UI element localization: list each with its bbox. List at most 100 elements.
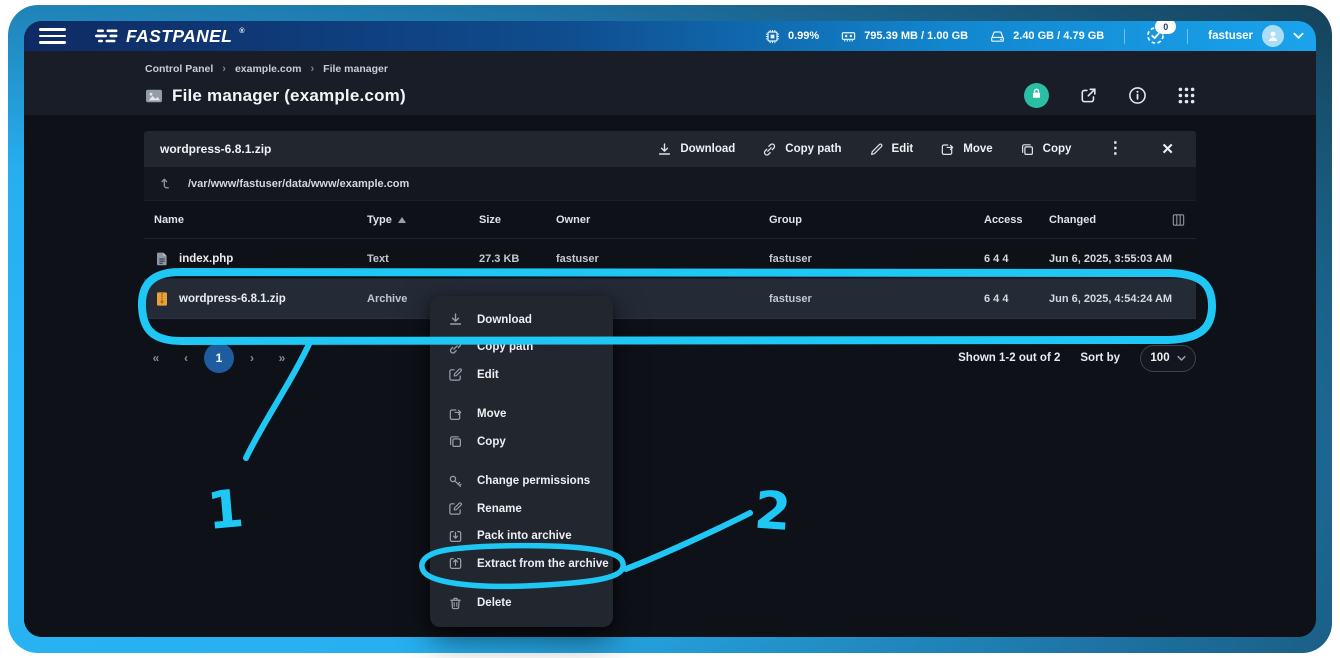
menu-item-download[interactable]: Download <box>430 306 613 334</box>
download-button[interactable]: Download <box>657 142 735 157</box>
lock-icon <box>1030 87 1043 105</box>
edit-icon <box>869 142 884 157</box>
disk-icon <box>990 29 1005 44</box>
copy-icon <box>448 434 463 449</box>
page-first-button[interactable]: « <box>144 351 168 365</box>
close-selection-icon[interactable]: ✕ <box>1155 141 1180 158</box>
table-body: index.phpText27.3 KBfastuserfastuser6 4 … <box>144 239 1196 319</box>
menu-item-copy-path[interactable]: Copy path <box>430 334 613 362</box>
edit-square-icon <box>448 501 463 516</box>
menu-item-edit[interactable]: Edit <box>430 361 613 389</box>
menu-item-label: Edit <box>477 369 499 381</box>
copy-path-button[interactable]: Copy path <box>762 142 841 157</box>
breadcrumb-item-domain[interactable]: example.com <box>235 63 302 75</box>
divider <box>1124 29 1125 44</box>
column-header-changed[interactable]: Changed <box>1049 214 1186 226</box>
topbar: FASTPANEL ® 0.99%795.39 MB / 1.00 GB2.40… <box>24 21 1316 51</box>
breadcrumb: Control Panel › example.com › File manag… <box>145 63 1196 75</box>
page-next-button[interactable]: › <box>240 351 264 365</box>
selection-toolbar: wordpress-6.8.1.zip DownloadCopy pathEdi… <box>144 131 1196 167</box>
menu-group: Download Copy path Edit <box>430 306 613 389</box>
pack-archive-icon <box>448 529 463 544</box>
delete-icon <box>448 596 463 611</box>
page-current-button[interactable]: 1 <box>204 343 234 373</box>
stat-value: 2.40 GB / 4.79 GB <box>1013 30 1104 42</box>
column-header-name[interactable]: Name <box>154 214 367 226</box>
user-menu[interactable]: fastuser <box>1208 25 1304 47</box>
avatar <box>1262 25 1284 47</box>
menu-item-copy[interactable]: Copy <box>430 428 613 456</box>
external-link-icon[interactable] <box>1079 86 1098 105</box>
menu-item-change-permissions[interactable]: Change permissions <box>430 468 613 496</box>
info-icon[interactable] <box>1128 86 1147 105</box>
main-content: wordpress-6.8.1.zip DownloadCopy pathEdi… <box>24 115 1316 637</box>
column-header-group[interactable]: Group <box>769 214 984 226</box>
username: fastuser <box>1208 30 1253 42</box>
page-title: File manager (example.com) <box>172 86 406 106</box>
menu-item-label: Pack into archive <box>477 530 572 542</box>
menu-group: Change permissionsRename Pack into archiv… <box>430 468 613 578</box>
file-group-cell: fastuser <box>769 293 984 305</box>
menu-item-delete[interactable]: Delete <box>430 590 613 618</box>
copy-path-icon <box>762 142 777 157</box>
button-label: Edit <box>892 143 914 155</box>
logo-equalizer-icon <box>95 28 119 44</box>
subheader: Control Panel › example.com › File manag… <box>24 51 1316 115</box>
topbar-right: 0.99%795.39 MB / 1.00 GB2.40 GB / 4.79 G… <box>765 25 1316 47</box>
menu-item-pack-into-archive[interactable]: Pack into archive <box>430 523 613 551</box>
file-access-cell: 6 4 4 <box>984 253 1049 265</box>
page-last-button[interactable]: » <box>270 351 294 365</box>
table-row-index.php[interactable]: index.phpText27.3 KBfastuserfastuser6 4 … <box>144 239 1196 279</box>
table-columns-icon[interactable] <box>1171 212 1186 227</box>
menu-item-label: Delete <box>477 597 512 609</box>
window-frame: FASTPANEL ® 0.99%795.39 MB / 1.00 GB2.40… <box>8 5 1332 653</box>
breadcrumb-item-file-manager[interactable]: File manager <box>323 63 388 75</box>
current-path[interactable]: /var/www/fastuser/data/www/example.com <box>188 178 409 190</box>
page-size-select[interactable]: 100 <box>1140 345 1196 372</box>
lock-status-badge[interactable] <box>1024 83 1049 108</box>
move-button[interactable]: Move <box>940 142 992 157</box>
table-header: Name Type Size Owner Group Access Change… <box>144 201 1196 239</box>
tasks-badge: 0 <box>1155 21 1176 34</box>
column-header-size[interactable]: Size <box>479 214 556 226</box>
pagination: « ‹ 1 › » <box>144 343 294 373</box>
breadcrumb-separator: › <box>310 63 314 75</box>
page-prev-button[interactable]: ‹ <box>174 351 198 365</box>
tasks-notification-button[interactable]: 0 <box>1145 25 1167 47</box>
copy-button[interactable]: Copy <box>1020 142 1072 157</box>
stat-disk: 2.40 GB / 4.79 GB <box>990 29 1104 44</box>
breadcrumb-separator: › <box>222 63 226 75</box>
chevron-down-icon <box>1177 355 1186 362</box>
context-menu: Download Copy path Edit MoveCopy Change perm… <box>430 296 613 627</box>
breadcrumb-item-control-panel[interactable]: Control Panel <box>145 63 213 75</box>
apps-grid-icon[interactable] <box>1177 86 1196 105</box>
logo-text: FASTPANEL <box>126 26 232 47</box>
menu-item-move[interactable]: Move <box>430 401 613 429</box>
file-manager-panel: wordpress-6.8.1.zip DownloadCopy pathEdi… <box>144 131 1196 373</box>
toolbar-actions: Download Copy path Edit Move Copy <box>657 142 1071 157</box>
app-window: FASTPANEL ® 0.99%795.39 MB / 1.00 GB2.40… <box>24 21 1316 637</box>
chevron-down-icon <box>1293 32 1304 40</box>
download-icon <box>448 312 463 327</box>
up-directory-icon[interactable] <box>160 176 175 191</box>
path-bar: /var/www/fastuser/data/www/example.com <box>144 167 1196 201</box>
hamburger-menu-button[interactable] <box>39 28 66 44</box>
column-header-type[interactable]: Type <box>367 214 479 226</box>
file-name-cell: index.php <box>154 251 367 267</box>
more-actions-kebab-icon[interactable]: ⋮ <box>1101 140 1129 158</box>
button-label: Copy <box>1043 143 1072 155</box>
menu-item-rename[interactable]: Rename <box>430 495 613 523</box>
table-row-wordpress-6.8.1.zip[interactable]: wordpress-6.8.1.zipArchivefastuser6 4 4J… <box>144 279 1196 319</box>
column-header-owner[interactable]: Owner <box>556 214 769 226</box>
file-owner-cell: fastuser <box>556 253 769 265</box>
menu-item-extract-from-the-archive[interactable]: Extract from the archive <box>430 550 613 578</box>
edit-square-icon <box>448 367 463 382</box>
column-header-access[interactable]: Access <box>984 214 1049 226</box>
menu-item-label: Download <box>477 314 532 326</box>
copy-icon <box>1020 142 1035 157</box>
menu-item-label: Extract from the archive <box>477 558 609 570</box>
edit-button[interactable]: Edit <box>869 142 914 157</box>
menu-item-label: Copy path <box>477 341 533 353</box>
stat-value: 795.39 MB / 1.00 GB <box>864 30 968 42</box>
fastpanel-logo[interactable]: FASTPANEL ® <box>95 26 245 47</box>
